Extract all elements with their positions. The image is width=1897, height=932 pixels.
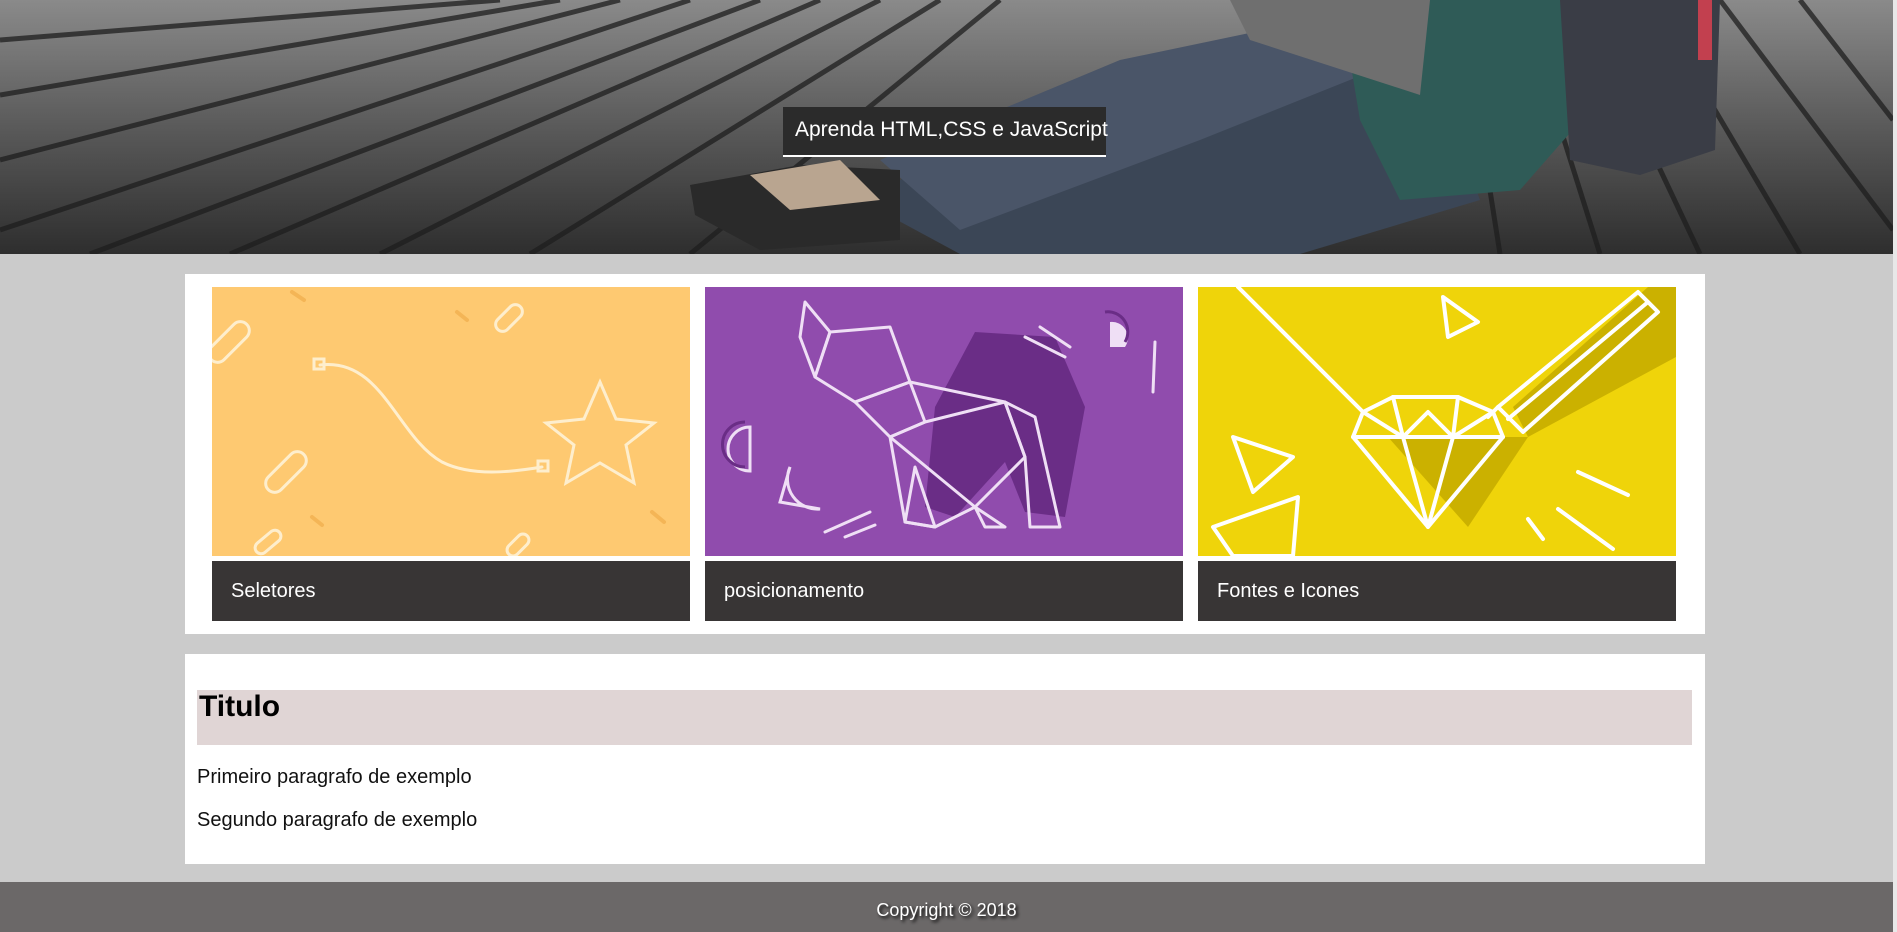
card-posicionamento[interactable]: posicionamento bbox=[705, 287, 1183, 621]
cards-panel: Seletores posicionamento Fontes e Icones bbox=[185, 274, 1705, 634]
scrollbar[interactable] bbox=[1893, 0, 1897, 932]
hero-title: Aprenda HTML,CSS e JavaScript bbox=[783, 107, 1108, 157]
star-trail-icon bbox=[212, 287, 690, 556]
paragraph-2: Segundo paragrafo de exemplo bbox=[197, 809, 478, 831]
card-caption-posicionamento[interactable]: posicionamento bbox=[705, 561, 1183, 621]
hero-banner: Aprenda HTML,CSS e JavaScript bbox=[0, 0, 1893, 254]
card-image-fontes-icones[interactable] bbox=[1198, 287, 1676, 556]
copyright-text: Copyright © 2018 bbox=[876, 900, 1017, 920]
card-image-posicionamento[interactable] bbox=[705, 287, 1183, 556]
card-caption-seletores[interactable]: Seletores bbox=[212, 561, 690, 621]
card-caption-fontes-icones[interactable]: Fontes e Icones bbox=[1198, 561, 1676, 621]
paragraph-1: Primeiro paragrafo de exemplo bbox=[197, 766, 472, 788]
footer: Copyright © 2018 bbox=[0, 882, 1893, 932]
diamond-pencil-icon bbox=[1198, 287, 1676, 556]
card-image-seletores[interactable] bbox=[212, 287, 690, 556]
card-seletores[interactable]: Seletores bbox=[212, 287, 690, 621]
content-panel: Titulo Primeiro paragrafo de exemplo Seg… bbox=[185, 654, 1705, 864]
content-title: Titulo bbox=[197, 690, 1692, 745]
card-fontes-icones[interactable]: Fontes e Icones bbox=[1198, 287, 1676, 621]
origami-elephant-icon bbox=[705, 287, 1183, 556]
